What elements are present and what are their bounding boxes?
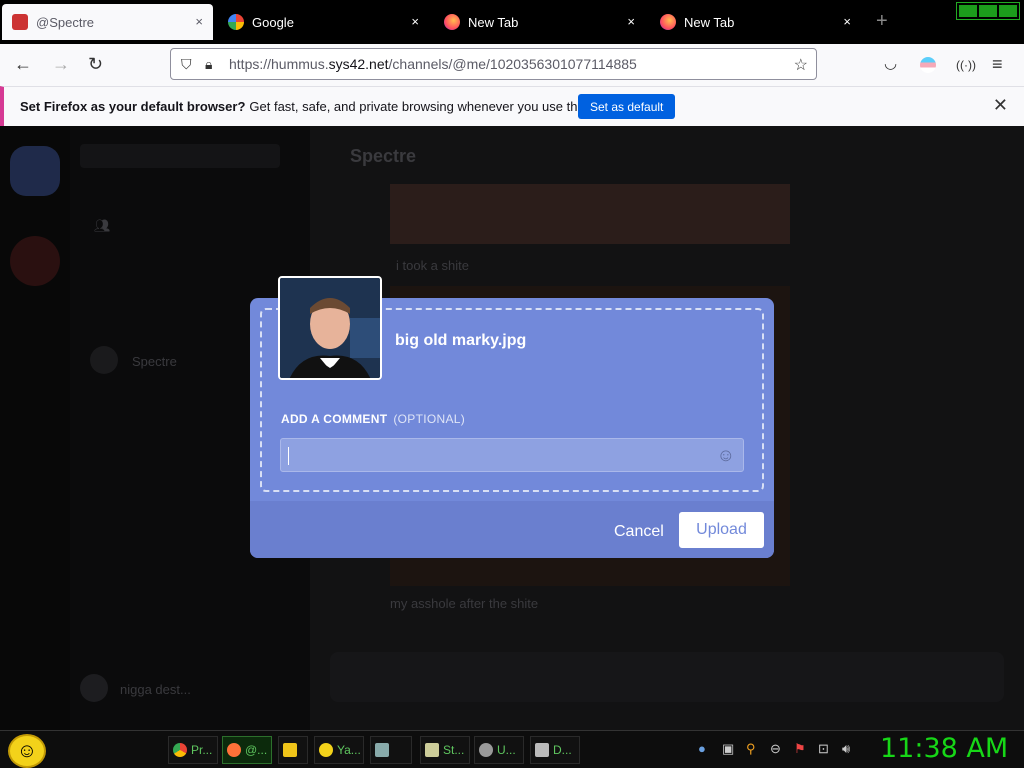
tab-close-icon[interactable]: × (843, 14, 851, 29)
message-text: my asshole after the shite (390, 596, 539, 611)
document-icon (425, 743, 439, 757)
network-icon[interactable]: ● (698, 741, 706, 756)
firefox-favicon-icon (444, 14, 460, 30)
taskbar-item-d[interactable]: D... (530, 736, 580, 764)
start-menu-smiley-icon[interactable]: ☺ (8, 734, 46, 768)
modal-footer: Cancel Upload (250, 501, 774, 558)
lock-icon[interactable]: 🔒︎ (205, 56, 221, 72)
google-favicon-icon (228, 14, 244, 30)
tab-title: New Tab (684, 14, 735, 30)
shield-icon[interactable]: ⛉ (181, 56, 197, 72)
upload-button[interactable]: Upload (679, 512, 764, 548)
back-arrow-icon[interactable]: ← (14, 54, 32, 75)
status-icon[interactable]: ⊖ (770, 741, 781, 757)
tab-strip: @Spectre × Google × New Tab × New Tab × … (0, 0, 1024, 44)
taskbar-label: D... (553, 743, 572, 757)
discord-favicon-icon (12, 14, 28, 30)
taskbar-item-ya[interactable]: Ya... (314, 736, 364, 764)
smiley-icon (319, 743, 333, 757)
upload-modal: big old marky.jpg Add a comment (Optional… (250, 276, 774, 558)
forward-arrow-icon[interactable]: → (52, 54, 70, 75)
message-text: i took a shite (396, 258, 469, 273)
home-guild-icon[interactable] (10, 146, 60, 196)
tab-close-icon[interactable]: × (411, 14, 419, 29)
taskbar-label: @... (245, 743, 268, 757)
tool-icon (479, 743, 493, 757)
extension-icon[interactable]: ((·)) (956, 58, 976, 72)
default-browser-notification: Set Firefox as your default browser? Get… (0, 86, 1024, 126)
pocket-icon[interactable]: ◡ (884, 54, 897, 72)
window-icon (375, 743, 389, 757)
taskbar-item-u[interactable]: U... (474, 736, 524, 764)
tab-close-icon[interactable]: × (195, 14, 203, 29)
dm-item-label[interactable]: Spectre (132, 354, 177, 369)
connection-icon[interactable]: ⊡ (818, 741, 829, 757)
cancel-button[interactable]: Cancel (614, 523, 664, 541)
clock[interactable]: 11:38 AM (880, 733, 1008, 764)
taskbar-label: U... (497, 743, 516, 757)
server-icon[interactable] (10, 236, 60, 286)
server-list (0, 126, 70, 730)
taskbar-label: St... (443, 743, 465, 757)
avatar (80, 674, 108, 702)
file-thumbnail (278, 276, 382, 380)
url-bar[interactable]: ⛉ 🔒︎ https://hummus. sys42.net/channels/@… (170, 48, 817, 80)
comment-label-text: Add a comment (281, 412, 388, 426)
window-controls[interactable] (956, 2, 1020, 20)
file-name: big old marky.jpg (395, 332, 527, 349)
url-host: sys42.net (328, 56, 389, 72)
taskbar-label: Ya... (337, 743, 361, 757)
text-caret (288, 447, 289, 465)
avatar (90, 346, 118, 374)
taskbar-item-st[interactable]: St... (420, 736, 470, 764)
monitor-icon[interactable]: ▣ (722, 741, 734, 757)
tab-title: New Tab (468, 14, 519, 30)
tab-title: @Spectre (36, 14, 94, 30)
page-icon (535, 743, 549, 757)
tab-new-1[interactable]: New Tab × (434, 4, 645, 40)
tab-title: Google (252, 14, 294, 30)
notification-text: Get fast, safe, and private browsing whe… (249, 99, 616, 114)
optional-hint: (Optional) (393, 412, 466, 426)
taskbar-item-chrome[interactable]: Pr... (168, 736, 218, 764)
taskbar-item-files[interactable] (278, 736, 308, 764)
message-image[interactable] (390, 184, 790, 244)
user-name: nigga dest... (120, 682, 191, 697)
account-icon[interactable] (920, 57, 936, 73)
friends-icon[interactable]: 👥︎ (94, 218, 111, 234)
notification-title: Set Firefox as your default browser? (20, 99, 246, 114)
search-box[interactable] (80, 144, 280, 168)
close-icon[interactable]: ✕ (993, 95, 1008, 116)
firefox-icon (227, 743, 241, 757)
emoji-picker-icon[interactable]: ☺ (717, 445, 735, 466)
chrome-icon (173, 743, 187, 757)
tab-google[interactable]: Google × (218, 4, 429, 40)
taskbar-item-app[interactable] (370, 736, 412, 764)
channel-title: Spectre (350, 146, 417, 166)
url-prefix: https://hummus. (229, 56, 329, 72)
comment-label: Add a comment (Optional) (281, 412, 465, 426)
taskbar: ☺ Pr... @... Ya... St... U... D... ● ▣ ⚲… (0, 730, 1024, 768)
url-path: /channels/@me/1020356301077114885 (388, 56, 637, 72)
set-as-default-button[interactable]: Set as default (578, 94, 676, 119)
tab-new-2[interactable]: New Tab × (650, 4, 861, 40)
folder-icon (283, 743, 297, 757)
firefox-favicon-icon (660, 14, 676, 30)
menu-hamburger-icon[interactable]: ≡ (992, 54, 1003, 75)
new-tab-button[interactable]: + (876, 10, 888, 33)
message-input[interactable] (330, 652, 1004, 702)
nav-bar: ← → ↻ ⛉ 🔒︎ https://hummus. sys42.net/chan… (0, 44, 1024, 86)
reload-icon[interactable]: ↻ (88, 54, 103, 75)
comment-input[interactable]: ☺ (280, 438, 744, 472)
taskbar-label: Pr... (191, 743, 213, 757)
tab-spectre[interactable]: @Spectre × (2, 4, 213, 40)
bookmark-star-icon[interactable]: ☆ (794, 55, 808, 75)
search-icon[interactable]: ⚲ (746, 741, 756, 757)
volume-icon[interactable]: 🔊︎ (842, 741, 850, 757)
tab-close-icon[interactable]: × (627, 14, 635, 29)
taskbar-item-firefox[interactable]: @... (222, 736, 272, 764)
flag-icon[interactable]: ⚑ (794, 741, 806, 757)
